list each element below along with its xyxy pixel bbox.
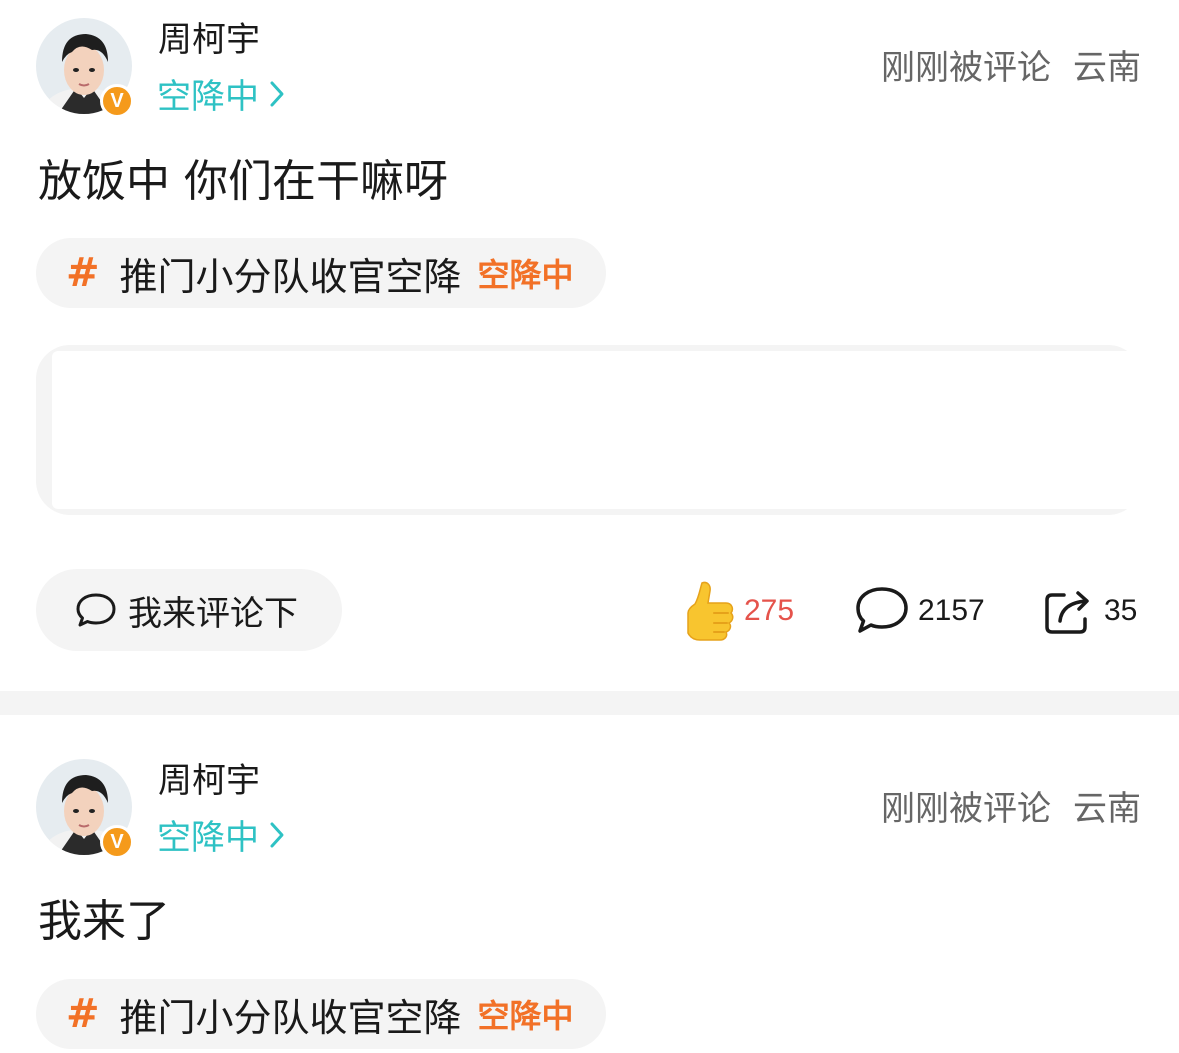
post-card: V 周柯宇 空降中 刚刚被评论 云南 放饭中 你们在干嘛呀 # 推门小分队收官空… xyxy=(0,0,1179,691)
share-icon xyxy=(1045,591,1089,634)
comment-bubble-icon xyxy=(76,593,116,627)
chevron-right-icon xyxy=(269,77,285,117)
feed-divider xyxy=(0,691,1179,715)
topic-title: 推门小分队收官空降 xyxy=(119,995,462,1040)
avatar[interactable]: V xyxy=(36,759,134,859)
live-status-label: 空降中 xyxy=(157,818,259,858)
live-status-link[interactable]: 空降中 xyxy=(157,818,285,858)
post-meta: 刚刚被评论 云南 xyxy=(881,789,1141,829)
thumbs-up-icon xyxy=(687,581,734,641)
chevron-right-icon xyxy=(269,818,285,858)
username[interactable]: 周柯宇 xyxy=(158,20,260,60)
avatar[interactable]: V xyxy=(36,18,134,118)
comment-count: 2157 xyxy=(918,594,985,627)
comment-placeholder: 我来评论下 xyxy=(128,593,298,634)
topic-badge: 空降中 xyxy=(477,997,574,1035)
meta-time: 刚刚被评论 xyxy=(881,48,1051,88)
write-comment-button[interactable]: 我来评论下 xyxy=(36,569,342,651)
live-status-label: 空降中 xyxy=(157,77,259,117)
comment-button[interactable]: 2157 xyxy=(854,580,985,642)
topic-badge: 空降中 xyxy=(477,256,574,294)
like-button[interactable]: 275 xyxy=(684,580,794,642)
live-status-link[interactable]: 空降中 xyxy=(157,77,285,117)
post-card: V 周柯宇 空降中 刚刚被评论 云南 我来了 # 推门小分队收官空降 空降中 xyxy=(0,715,1179,1053)
meta-location: 云南 xyxy=(1073,48,1141,88)
like-count: 275 xyxy=(744,594,795,627)
hash-icon: # xyxy=(66,991,100,1037)
post-meta: 刚刚被评论 云南 xyxy=(881,48,1141,88)
topic-tag[interactable]: # 推门小分队收官空降 空降中 xyxy=(36,238,606,308)
topic-tag[interactable]: # 推门小分队收官空降 空降中 xyxy=(36,979,606,1049)
post-text: 我来了 xyxy=(38,896,170,947)
media-card[interactable] xyxy=(36,345,1142,515)
comment-bubble-icon xyxy=(856,587,908,633)
verified-badge-icon: V xyxy=(100,825,134,859)
share-button[interactable]: 35 xyxy=(1042,580,1137,642)
media-content xyxy=(52,351,1142,509)
post-text: 放饭中 你们在干嘛呀 xyxy=(38,156,448,207)
share-count: 35 xyxy=(1104,594,1138,627)
verified-badge-icon: V xyxy=(100,84,134,118)
hash-icon: # xyxy=(66,250,100,296)
meta-time: 刚刚被评论 xyxy=(881,789,1051,829)
meta-location: 云南 xyxy=(1073,789,1141,829)
username[interactable]: 周柯宇 xyxy=(158,761,260,801)
topic-title: 推门小分队收官空降 xyxy=(119,254,462,299)
